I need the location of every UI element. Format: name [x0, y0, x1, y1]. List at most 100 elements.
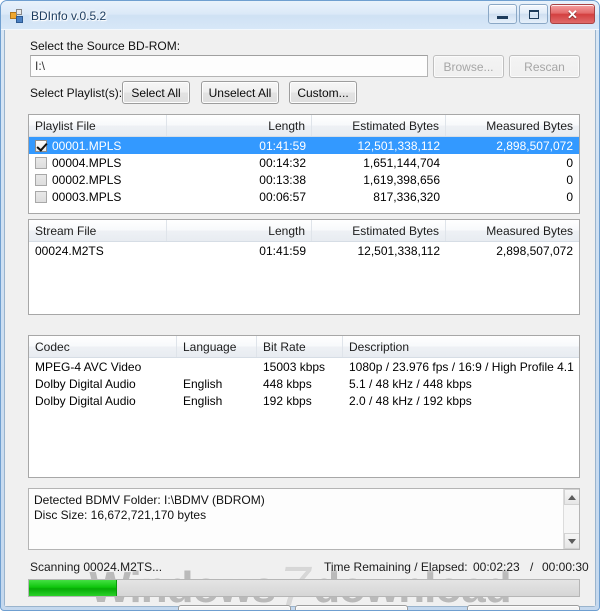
- playlist-file-name: 00002.MPLS: [52, 172, 122, 187]
- playlist-header-row: Playlist File Length Estimated Bytes Mea…: [29, 115, 579, 137]
- table-row[interactable]: Dolby Digital Audio English 448 kbps 5.1 / …: [29, 375, 579, 392]
- playlist-measured-cell: 0: [566, 155, 573, 170]
- table-row[interactable]: 00003.MPLS 00:06:57 817,336,320 0: [29, 188, 579, 205]
- playlist-estimated-cell: 1,619,398,656: [363, 172, 440, 187]
- codec-col-bitrate[interactable]: Bit Rate: [257, 336, 343, 357]
- table-row[interactable]: Dolby Digital Audio English 192 kbps 2.0 / …: [29, 392, 579, 409]
- playlist-file-cell: 00003.MPLS: [29, 190, 167, 204]
- codec-bitrate-cell: 192 kbps: [263, 393, 312, 408]
- codec-language-cell: English: [183, 393, 223, 408]
- playlist-col-estimated[interactable]: Estimated Bytes: [312, 115, 446, 136]
- stream-col-measured[interactable]: Measured Bytes: [446, 220, 579, 241]
- playlist-rows: 00001.MPLS 01:41:59 12,501,338,112 2,898,50…: [29, 137, 579, 205]
- playlist-file-name: 00003.MPLS: [52, 189, 122, 204]
- title-bar: BDInfo v.0.5.2 ✕: [1, 1, 599, 30]
- time-remaining-value: 00:02:23: [473, 560, 520, 574]
- scroll-down-arrow-icon[interactable]: [564, 533, 579, 549]
- playlist-col-length[interactable]: Length: [167, 115, 312, 136]
- codec-listview[interactable]: Codec Language Bit Rate Description MPEG…: [28, 335, 580, 478]
- stream-col-file[interactable]: Stream File: [29, 220, 167, 241]
- select-playlists-label: Select Playlist(s):: [30, 86, 123, 100]
- scanning-status-label: Scanning 00024.M2TS...: [30, 560, 163, 574]
- playlist-estimated-cell: 1,651,144,704: [363, 155, 440, 170]
- scan-progress-bar: [28, 579, 580, 597]
- bdinfo-window: BDInfo v.0.5.2 ✕ Select the Source BD-RO…: [0, 0, 600, 611]
- maximize-icon: [528, 9, 539, 19]
- playlist-file-cell: 00002.MPLS: [29, 173, 167, 187]
- client-area: Select the Source BD-ROM: I:\ Browse... …: [4, 30, 596, 610]
- checkbox-checked-icon[interactable]: [35, 139, 47, 152]
- unselect-all-button[interactable]: Unselect All: [201, 81, 279, 104]
- view-report-button[interactable]: View Report...: [295, 605, 408, 610]
- rescan-button[interactable]: Rescan: [509, 55, 580, 78]
- cancel-scan-button[interactable]: Cancel Scan: [178, 605, 291, 610]
- stream-listview[interactable]: Stream File Length Estimated Bytes Measu…: [28, 219, 580, 315]
- codec-col-language[interactable]: Language: [177, 336, 257, 357]
- codec-name-cell: Dolby Digital Audio: [35, 393, 136, 408]
- source-label: Select the Source BD-ROM:: [30, 39, 181, 53]
- codec-header-row: Codec Language Bit Rate Description: [29, 336, 579, 358]
- playlist-length-cell: 00:06:57: [259, 189, 306, 204]
- checkbox-unchecked-icon[interactable]: [35, 173, 47, 186]
- checkbox-unchecked-icon[interactable]: [35, 156, 47, 169]
- stream-rows: 00024.M2TS 01:41:59 12,501,338,112 2,898,50…: [29, 242, 579, 259]
- minimize-button[interactable]: [488, 4, 517, 24]
- info-text-block: Detected BDMV Folder: I:\BDMV (BDROM) Di…: [29, 489, 579, 527]
- scroll-up-arrow-icon[interactable]: [564, 489, 579, 505]
- settings-button[interactable]: Settings...: [467, 605, 580, 610]
- playlist-length-cell: 01:41:59: [259, 138, 306, 153]
- close-button[interactable]: ✕: [550, 4, 595, 24]
- playlist-estimated-cell: 817,336,320: [373, 189, 440, 204]
- time-elapsed-value: 00:00:30: [542, 560, 589, 574]
- playlist-length-cell: 00:14:32: [259, 155, 306, 170]
- playlist-col-measured[interactable]: Measured Bytes: [446, 115, 579, 136]
- stream-measured-cell: 2,898,507,072: [496, 243, 573, 258]
- window-controls: ✕: [488, 4, 595, 24]
- playlist-length-cell: 00:13:38: [259, 172, 306, 187]
- stream-length-cell: 01:41:59: [259, 243, 306, 258]
- stream-header-row: Stream File Length Estimated Bytes Measu…: [29, 220, 579, 242]
- playlist-file-cell: 00001.MPLS: [29, 139, 167, 153]
- codec-bitrate-cell: 15003 kbps: [263, 359, 326, 374]
- codec-bitrate-cell: 448 kbps: [263, 376, 312, 391]
- playlist-estimated-cell: 12,501,338,112: [357, 138, 440, 153]
- codec-name-cell: MPEG-4 AVC Video: [35, 359, 142, 374]
- playlist-listview[interactable]: Playlist File Length Estimated Bytes Mea…: [28, 114, 580, 214]
- select-all-button[interactable]: Select All: [122, 81, 190, 104]
- codec-col-description[interactable]: Description: [343, 336, 579, 357]
- maximize-button[interactable]: [519, 4, 548, 24]
- playlist-col-file[interactable]: Playlist File: [29, 115, 167, 136]
- info-panel-scrollbar[interactable]: [563, 489, 579, 549]
- codec-description-cell: 5.1 / 48 kHz / 448 kbps: [349, 376, 472, 391]
- table-row[interactable]: 00024.M2TS 01:41:59 12,501,338,112 2,898,50…: [29, 242, 579, 259]
- custom-button[interactable]: Custom...: [289, 81, 357, 104]
- playlist-measured-cell: 0: [566, 172, 573, 187]
- table-row[interactable]: MPEG-4 AVC Video 15003 kbps 1080p / 23.976…: [29, 358, 579, 375]
- stream-estimated-cell: 12,501,338,112: [357, 243, 440, 258]
- app-form-icon: [9, 8, 25, 24]
- table-row[interactable]: 00001.MPLS 01:41:59 12,501,338,112 2,898,50…: [29, 137, 579, 154]
- browse-button[interactable]: Browse...: [433, 55, 504, 78]
- codec-language-cell: English: [183, 376, 223, 391]
- codec-description-cell: 1080p / 23.976 fps / 16:9 / High Profile…: [349, 359, 574, 374]
- playlist-file-name: 00001.MPLS: [52, 138, 122, 153]
- codec-col-codec[interactable]: Codec: [29, 336, 177, 357]
- scrollbar-track[interactable]: [564, 505, 579, 533]
- checkbox-unchecked-icon[interactable]: [35, 190, 47, 203]
- playlist-measured-cell: 0: [566, 189, 573, 204]
- stream-col-length[interactable]: Length: [167, 220, 312, 241]
- close-icon: ✕: [567, 6, 578, 22]
- time-separator: /: [530, 560, 534, 574]
- stream-file-cell: 00024.M2TS: [35, 243, 104, 258]
- table-row[interactable]: 00002.MPLS 00:13:38 1,619,398,656 0: [29, 171, 579, 188]
- playlist-file-cell: 00004.MPLS: [29, 156, 167, 170]
- playlist-measured-cell: 2,898,507,072: [496, 138, 573, 153]
- minimize-icon: [497, 15, 508, 19]
- table-row[interactable]: 00004.MPLS 00:14:32 1,651,144,704 0: [29, 154, 579, 171]
- stream-col-estimated[interactable]: Estimated Bytes: [312, 220, 446, 241]
- detected-info-panel[interactable]: Detected BDMV Folder: I:\BDMV (BDROM) Di…: [28, 488, 580, 550]
- source-path-input[interactable]: I:\: [30, 55, 428, 77]
- info-line-discsize: Disc Size: 16,672,721,170 bytes: [34, 508, 207, 522]
- info-line-bdmv: Detected BDMV Folder: I:\BDMV (BDROM): [34, 493, 265, 507]
- codec-rows: MPEG-4 AVC Video 15003 kbps 1080p / 23.976…: [29, 358, 579, 409]
